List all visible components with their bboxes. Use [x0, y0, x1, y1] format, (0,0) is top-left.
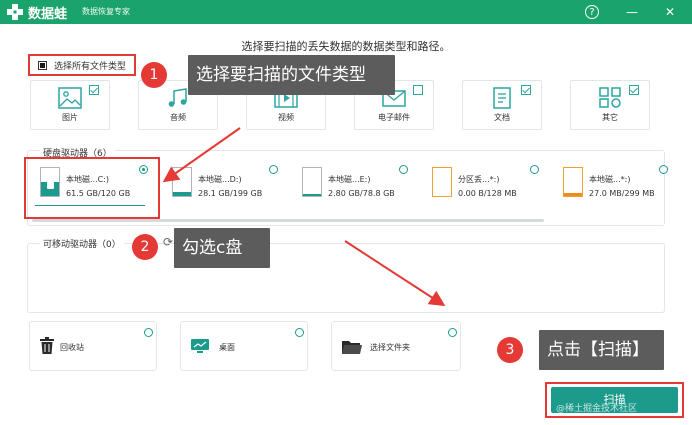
step-1-callout: 选择要扫描的文件类型: [188, 55, 395, 95]
refresh-icon[interactable]: ⟳: [163, 235, 173, 249]
step-1-badge: 1: [141, 62, 167, 88]
step-2-callout: 勾选c盘: [174, 228, 270, 268]
watermark: @稀土掘金技术社区: [556, 404, 638, 414]
step-3-callout: 点击【扫描】: [539, 330, 664, 370]
step-3-badge: 3: [497, 337, 523, 363]
arrow-down-right: [344, 240, 446, 307]
step-2-badge: 2: [132, 234, 158, 260]
arrow-to-drive-c: [162, 127, 241, 183]
